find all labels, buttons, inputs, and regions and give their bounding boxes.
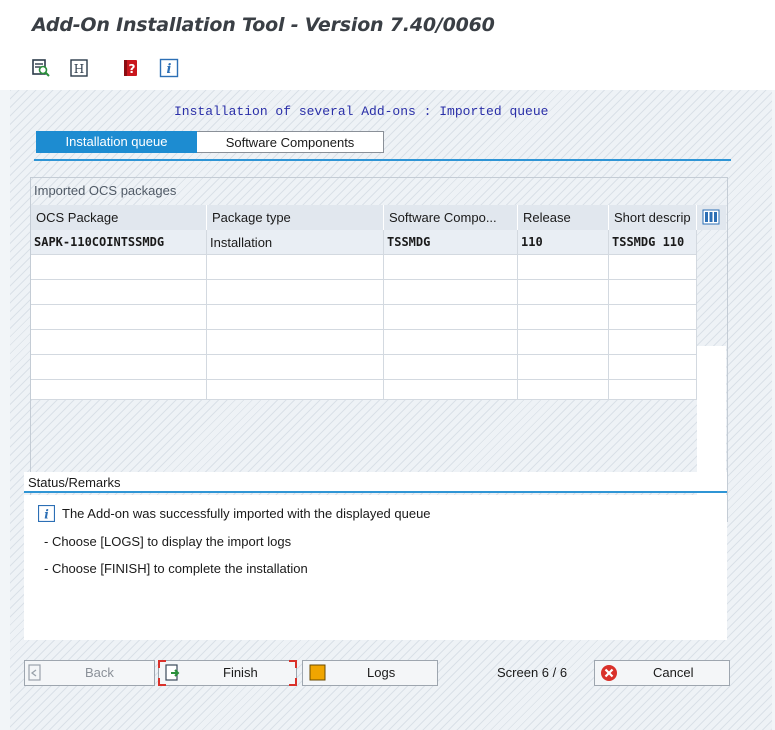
empty-cell[interactable] (609, 305, 697, 330)
back-icon (28, 664, 42, 685)
empty-cell[interactable] (31, 330, 207, 355)
empty-cell[interactable] (384, 280, 518, 305)
finish-button[interactable]: Finish (158, 660, 297, 686)
toolbar: H ? i (0, 44, 775, 90)
info-icon: i (37, 504, 56, 525)
empty-cell[interactable] (518, 305, 609, 330)
title-bar: Add-On Installation Tool - Version 7.40/… (0, 0, 775, 44)
empty-cell[interactable] (31, 380, 207, 400)
tab-software-components[interactable]: Software Components (197, 131, 384, 153)
cancel-icon (600, 664, 618, 685)
svg-text:H: H (74, 62, 84, 76)
svg-text:i: i (44, 508, 49, 522)
empty-cell[interactable] (207, 255, 384, 280)
help-book-icon[interactable]: ? (120, 57, 142, 79)
empty-cell[interactable] (31, 355, 207, 380)
svg-text:?: ? (129, 62, 136, 76)
svg-text:i: i (167, 62, 172, 77)
status-remarks-header: Status/Remarks (24, 472, 727, 493)
back-label: Back (85, 665, 114, 680)
finish-icon (165, 664, 181, 685)
empty-cell[interactable] (609, 330, 697, 355)
column-header-short-description[interactable]: Short descrip (609, 205, 697, 230)
cancel-button[interactable]: Cancel (594, 660, 730, 686)
empty-cell[interactable] (31, 255, 207, 280)
cell-release[interactable]: 110 (518, 230, 609, 255)
finish-label: Finish (223, 665, 258, 680)
header-icon[interactable]: H (68, 57, 90, 79)
cell-short-description[interactable]: TSSMDG 110 (609, 230, 697, 255)
logs-icon (309, 664, 327, 685)
column-header-package-type[interactable]: Package type (207, 205, 384, 230)
status-remarks-panel: i The Add-on was successfully imported w… (24, 495, 727, 640)
cell-software-component[interactable]: TSSMDG (384, 230, 518, 255)
empty-cell[interactable] (207, 330, 384, 355)
empty-cell[interactable] (207, 380, 384, 400)
logs-button[interactable]: Logs (302, 660, 438, 686)
tab-underline (34, 159, 731, 161)
column-header-ocs-package[interactable]: OCS Package (31, 205, 207, 230)
cell-package-type[interactable]: Installation (207, 230, 384, 255)
empty-cell[interactable] (609, 355, 697, 380)
cancel-label: Cancel (653, 665, 694, 680)
tab-installation-queue[interactable]: Installation queue (36, 131, 197, 153)
empty-cell[interactable] (609, 280, 697, 305)
overview-icon[interactable] (30, 57, 52, 79)
empty-cell[interactable] (207, 355, 384, 380)
empty-cell[interactable] (518, 380, 609, 400)
empty-cell[interactable] (31, 305, 207, 330)
page-content: Installation of several Add-ons : Import… (10, 90, 772, 730)
status-message: The Add-on was successfully imported wit… (62, 506, 431, 521)
column-settings-button[interactable] (697, 205, 726, 230)
column-header-release[interactable]: Release (518, 205, 609, 230)
empty-cell[interactable] (518, 280, 609, 305)
grid-caption: Imported OCS packages (34, 183, 177, 198)
empty-cell[interactable] (518, 255, 609, 280)
empty-cell[interactable] (207, 305, 384, 330)
info-icon[interactable]: i (158, 57, 180, 79)
empty-cell[interactable] (207, 280, 384, 305)
logs-label: Logs (367, 665, 396, 680)
empty-cell[interactable] (518, 330, 609, 355)
column-settings-icon (702, 209, 720, 225)
empty-cell[interactable] (384, 355, 518, 380)
screen-indicator: Screen 6 / 6 (497, 665, 568, 680)
empty-cell[interactable] (384, 305, 518, 330)
column-header-software-component[interactable]: Software Compo... (384, 205, 518, 230)
main-area: Installation of several Add-ons : Import… (10, 90, 772, 730)
page-headline: Installation of several Add-ons : Import… (174, 104, 549, 119)
window-title: Add-On Installation Tool - Version 7.40/… (32, 14, 495, 36)
status-hint-logs: - Choose [LOGS] to display the import lo… (44, 534, 292, 549)
back-button[interactable]: Back (24, 660, 155, 686)
cell-ocs-package[interactable]: SAPK-110COINTSSMDG (31, 230, 207, 255)
empty-cell[interactable] (384, 255, 518, 280)
empty-cell[interactable] (384, 330, 518, 355)
status-hint-finish: - Choose [FINISH] to complete the instal… (44, 561, 308, 576)
empty-cell[interactable] (31, 280, 207, 305)
empty-cell[interactable] (609, 380, 697, 400)
empty-cell[interactable] (518, 355, 609, 380)
empty-cell[interactable] (609, 255, 697, 280)
empty-cell[interactable] (384, 380, 518, 400)
